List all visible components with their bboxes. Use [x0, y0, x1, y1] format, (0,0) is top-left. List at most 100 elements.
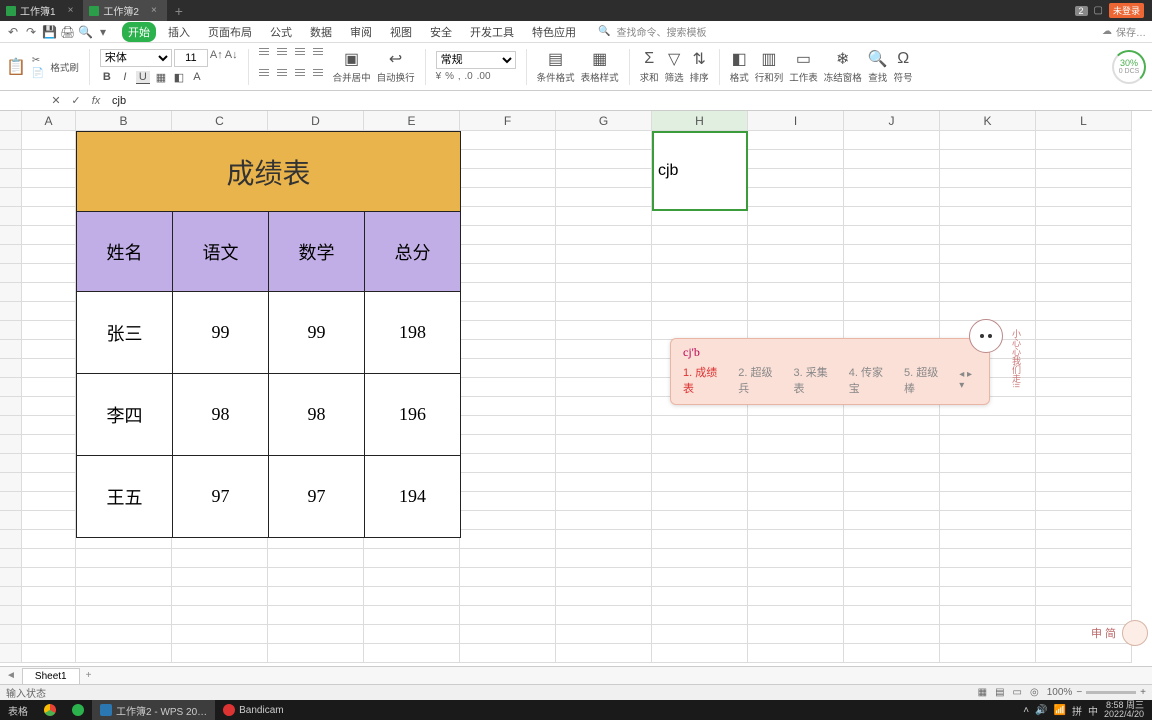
shrink-font-icon[interactable]: A↓ — [225, 49, 238, 67]
zoom-slider[interactable] — [1086, 691, 1136, 694]
taskbar-wps[interactable]: 工作簿2 - WPS 20… — [92, 700, 215, 720]
align-bot[interactable] — [295, 47, 309, 57]
sheet-tab-1[interactable]: Sheet1 — [22, 668, 80, 684]
filter-button[interactable]: ▽筛选 — [665, 49, 684, 84]
tray-net-icon[interactable]: 📶 — [1054, 705, 1066, 716]
tab-home[interactable]: 开始 — [122, 22, 156, 42]
add-sheet-button[interactable]: + — [80, 670, 98, 681]
bold-button[interactable]: B — [100, 71, 114, 84]
sort-button[interactable]: ⇅排序 — [690, 49, 709, 84]
tab-pagelayout[interactable]: 页面布局 — [202, 22, 258, 42]
undo-icon[interactable]: ↶ — [6, 25, 20, 39]
rowcol-button[interactable]: ▥行和列 — [755, 49, 784, 84]
align-right[interactable] — [295, 68, 309, 78]
tab-review[interactable]: 审阅 — [344, 22, 378, 42]
col-header-K[interactable]: K — [940, 111, 1036, 131]
ime-candidate-3[interactable]: 3. 采集表 — [794, 364, 837, 396]
tab-formula[interactable]: 公式 — [264, 22, 298, 42]
conditional-format-button[interactable]: ▤条件格式 — [537, 49, 575, 84]
freeze-button[interactable]: ❄冻结窗格 — [824, 49, 862, 84]
dec-inc-icon[interactable]: .0 — [464, 71, 472, 82]
align-mid[interactable] — [277, 47, 291, 57]
view-read-icon[interactable]: ◎ — [1030, 687, 1039, 698]
tab-data[interactable]: 数据 — [304, 22, 338, 42]
paste-button[interactable]: 📋 — [6, 57, 26, 77]
notif-badge[interactable]: 2 — [1075, 6, 1088, 16]
fill-color-button[interactable]: ◧ — [172, 71, 186, 84]
tab-developer[interactable]: 开发工具 — [464, 22, 520, 42]
tray-ime-zh[interactable]: 中 — [1088, 703, 1098, 718]
col-header-L[interactable]: L — [1036, 111, 1132, 131]
print-icon[interactable]: 🖨 — [60, 25, 74, 39]
taskbar-wechat[interactable] — [64, 700, 92, 720]
wrap-text-button[interactable]: ↩自动换行 — [377, 49, 415, 84]
confirm-edit-icon[interactable]: ✓ — [66, 94, 86, 107]
tray-clock[interactable]: 8:58 周三 2022/4/20 — [1104, 701, 1144, 719]
format-painter-label[interactable]: 格式刷 — [50, 60, 79, 74]
underline-button[interactable]: U — [136, 71, 150, 84]
tab-view[interactable]: 视图 — [384, 22, 418, 42]
cut-button[interactable]: ✂ — [32, 55, 44, 66]
col-header-F[interactable]: F — [460, 111, 556, 131]
merge-center-button[interactable]: ▣合并居中 — [333, 49, 371, 84]
copy-button[interactable]: 📄 — [32, 68, 44, 79]
tab-insert[interactable]: 插入 — [162, 22, 196, 42]
currency-icon[interactable]: ¥ — [436, 71, 442, 82]
cloud-progress-ring[interactable]: 30% 0 DCS — [1112, 50, 1146, 84]
zoom-out-icon[interactable]: − — [1076, 687, 1082, 698]
col-header-B[interactable]: B — [76, 111, 172, 131]
italic-button[interactable]: I — [118, 71, 132, 84]
worksheet-button[interactable]: ▭工作表 — [789, 49, 818, 84]
sheet-nav-prev[interactable]: ◄ — [0, 670, 22, 681]
taskbar-leftcut[interactable]: 表格 — [0, 700, 36, 720]
comma-icon[interactable]: ‚ — [458, 71, 460, 82]
border-button[interactable]: ▦ — [154, 71, 168, 84]
cancel-edit-icon[interactable]: ✕ — [46, 94, 66, 107]
zoom-value[interactable]: 100% — [1047, 687, 1073, 698]
align-top[interactable] — [259, 47, 273, 57]
new-tab-button[interactable]: + — [167, 3, 191, 19]
ime-candidate-4[interactable]: 4. 传家宝 — [849, 364, 892, 396]
save-icon[interactable]: 💾 — [42, 25, 56, 39]
more-icon[interactable]: ▾ — [96, 25, 110, 39]
format-button[interactable]: ◧格式 — [730, 49, 749, 84]
col-header-J[interactable]: J — [844, 111, 940, 131]
ime-candidate-5[interactable]: 5. 超级棒 — [904, 364, 947, 396]
taskbar-chrome[interactable] — [36, 700, 64, 720]
ime-candidate-1[interactable]: 1. 成绩表 — [683, 364, 726, 396]
symbol-button[interactable]: Ω符号 — [894, 49, 913, 84]
tab-security[interactable]: 安全 — [424, 22, 458, 42]
assistant-icon[interactable] — [1122, 620, 1148, 646]
font-name-select[interactable]: 宋体 — [100, 49, 172, 67]
redo-icon[interactable]: ↷ — [24, 25, 38, 39]
ime-page-nav[interactable]: ◂ ▸ ▾ — [959, 369, 979, 391]
preview-icon[interactable]: 🔍 — [78, 25, 92, 39]
percent-icon[interactable]: % — [445, 71, 454, 82]
login-badge[interactable]: 未登录 — [1109, 3, 1144, 18]
col-header-C[interactable]: C — [172, 111, 268, 131]
tray-ime-pin[interactable]: 拼 — [1072, 703, 1082, 718]
dec-dec-icon[interactable]: .00 — [477, 71, 491, 82]
col-header-A[interactable]: A — [22, 111, 76, 131]
view-normal-icon[interactable]: ▦ — [978, 687, 987, 698]
tab-close-icon[interactable]: × — [151, 5, 157, 16]
doc-tab-2[interactable]: 工作簿2 × — [83, 0, 166, 21]
restore-icon[interactable]: ▢ — [1094, 5, 1103, 16]
doc-tab-1[interactable]: 工作簿1 × — [0, 0, 83, 21]
indent[interactable] — [313, 68, 327, 78]
spreadsheet-grid[interactable]: ABCDEFGHIJKL 成绩表姓名语文数学总分张三9999198李四98981… — [0, 111, 1152, 666]
tray-vol-icon[interactable]: 🔊 — [1035, 705, 1047, 716]
align-left[interactable] — [259, 68, 273, 78]
align-center[interactable] — [277, 68, 291, 78]
col-header-H[interactable]: H — [652, 111, 748, 131]
command-search[interactable]: 🔍 查找命令、搜索模板 — [598, 24, 706, 39]
sum-button[interactable]: Σ求和 — [640, 49, 659, 84]
formula-content[interactable]: cjb — [106, 95, 126, 107]
col-header-G[interactable]: G — [556, 111, 652, 131]
view-break-icon[interactable]: ▭ — [1013, 687, 1022, 698]
tab-close-icon[interactable]: × — [68, 5, 74, 16]
col-header-D[interactable]: D — [268, 111, 364, 131]
zoom-in-icon[interactable]: + — [1140, 687, 1146, 698]
taskbar-bandicam[interactable]: Bandicam — [215, 700, 291, 720]
tray-up-icon[interactable]: ˄ — [1023, 705, 1029, 716]
